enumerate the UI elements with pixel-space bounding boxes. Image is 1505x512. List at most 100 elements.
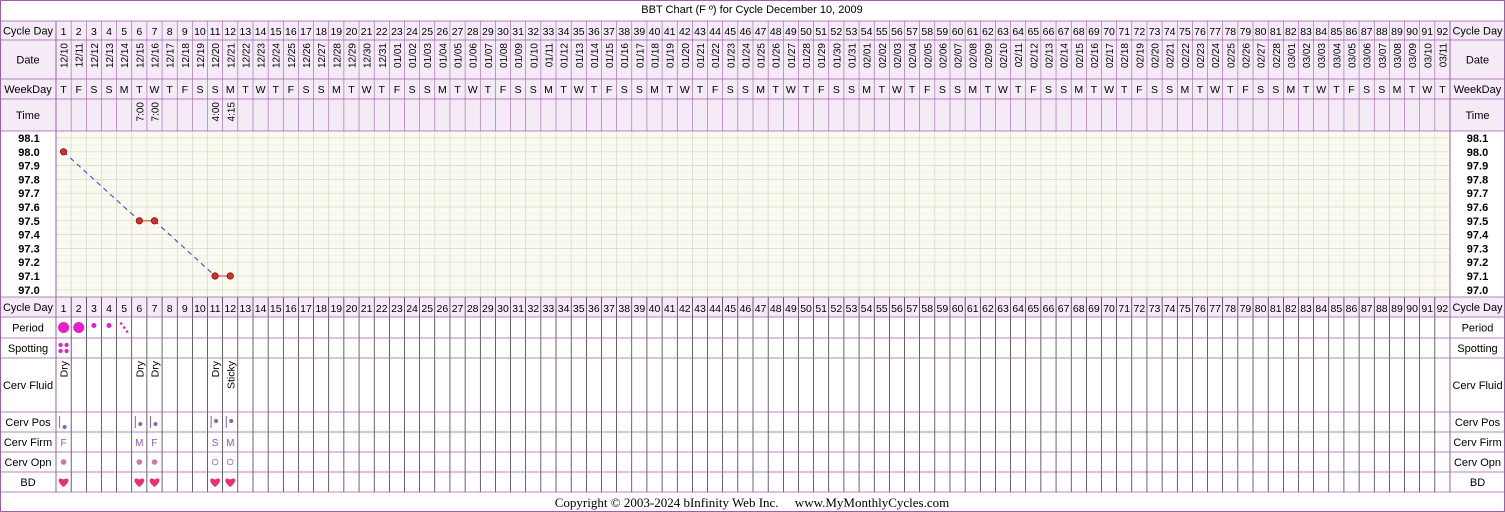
cycle-day-number-lower: 75 [1179, 303, 1191, 315]
cycle-day-number: 14 [255, 26, 267, 38]
cycle-day-number: 49 [785, 26, 797, 38]
weekday-letter: S [90, 84, 97, 96]
row-label-right-cerv-pos: Cerv Pos [1455, 417, 1501, 429]
time-label: 4:15 [226, 102, 237, 122]
date-label: 01/07 [484, 43, 495, 68]
date-label: 02/01 [863, 43, 874, 68]
date-label: 01/28 [802, 43, 813, 68]
date-label: 12/22 [241, 43, 252, 68]
cycle-day-number-lower: 10 [194, 303, 206, 315]
cycle-day-number-lower: 73 [1149, 303, 1161, 315]
cycle-day-number-lower: 90 [1406, 303, 1418, 315]
cycle-day-number-lower: 36 [588, 303, 600, 315]
cycle-day-number-lower: 13 [240, 303, 252, 315]
cycle-day-number-lower: 79 [1240, 303, 1252, 315]
temperature-point[interactable] [135, 217, 143, 225]
date-label: 02/03 [893, 43, 904, 68]
row-label-cycle-day: Cycle Day [3, 26, 54, 38]
weekday-letter: F [1136, 84, 1142, 96]
period-light-marker [91, 323, 97, 328]
temperature-point[interactable] [150, 217, 159, 225]
cycle-day-number: 5 [121, 26, 127, 38]
weekday-letter: T [773, 84, 780, 96]
cycle-day-number-lower: 78 [1224, 303, 1236, 315]
y-tick-label: 97.6 [18, 202, 39, 214]
cycle-day-number: 85 [1331, 26, 1343, 38]
weekday-letter: W [1316, 84, 1326, 96]
y-tick-label-right: 97.2 [1467, 257, 1488, 269]
cycle-day-number: 81 [1270, 26, 1282, 38]
cycle-day-number: 19 [330, 26, 342, 38]
copyright-notice[interactable]: Copyright © 2003-2024 bInfinity Web Inc.… [555, 495, 949, 510]
y-tick-label-right: 97.8 [1467, 174, 1488, 186]
cycle-day-number-lower: 44 [709, 303, 721, 315]
date-label: 01/25 [757, 43, 768, 68]
cycle-day-number-lower: 32 [527, 303, 539, 315]
cycle-day-number-lower: 42 [679, 303, 691, 315]
cycle-day-number-lower: 16 [285, 303, 297, 315]
date-label: 01/20 [681, 43, 692, 68]
date-label: 01/08 [499, 43, 510, 68]
cycle-day-number: 76 [1194, 26, 1206, 38]
weekday-letter: F [76, 84, 82, 96]
cycle-day-number-lower: 66 [1043, 303, 1055, 315]
cycle-day-number: 55 [876, 26, 888, 38]
cycle-day-number-lower: 4 [106, 303, 112, 315]
cycle-day-number: 86 [1346, 26, 1358, 38]
row-label-cerv-opn: Cerv Opn [4, 457, 51, 469]
date-label: 02/24 [1211, 43, 1222, 68]
cerv-firm-label: S [212, 438, 219, 449]
cycle-day-number-lower: 88 [1376, 303, 1388, 315]
date-label: 12/31 [378, 43, 389, 68]
date-label: 01/04 [438, 43, 449, 68]
cycle-day-number: 51 [815, 26, 827, 38]
weekday-letter: M [226, 84, 235, 96]
cycle-day-number-lower: 37 [603, 303, 615, 315]
date-label: 02/27 [1257, 43, 1268, 68]
y-tick-label-right: 97.9 [1467, 161, 1488, 173]
weekday-letter: W [362, 84, 372, 96]
y-tick-label-right: 97.0 [1467, 285, 1488, 297]
row-label-spotting: Spotting [8, 343, 48, 355]
weekday-letter: S [515, 84, 522, 96]
temperature-point[interactable] [59, 148, 68, 156]
date-label: 01/27 [787, 43, 798, 68]
temperature-point[interactable] [226, 272, 234, 280]
cycle-day-number-lower: 65 [1027, 303, 1039, 315]
cycle-day-number: 40 [649, 26, 661, 38]
date-label: 03/11 [1438, 43, 1449, 68]
cycle-day-number: 10 [194, 26, 206, 38]
date-label: 01/19 [666, 43, 677, 68]
cycle-day-number: 74 [1164, 26, 1176, 38]
weekday-letter: T [1015, 84, 1022, 96]
y-tick-label: 97.0 [18, 285, 39, 297]
date-label: 02/22 [1181, 43, 1192, 68]
time-label: 7:00 [150, 102, 161, 122]
weekday-letter: T [454, 84, 461, 96]
row-label-right-cerv-fluid: Cerv Fluid [1452, 380, 1502, 392]
date-label: 01/12 [560, 43, 571, 68]
y-tick-label-right: 97.4 [1467, 230, 1489, 242]
cycle-day-number: 42 [679, 26, 691, 38]
cycle-day-number-lower: 1 [61, 303, 67, 315]
date-label: 12/26 [302, 43, 313, 68]
weekday-letter: T [1091, 84, 1098, 96]
row-label-right-cerv-firm: Cerv Firm [1453, 437, 1501, 449]
cycle-day-number: 29 [482, 26, 494, 38]
weekday-letter: M [1074, 84, 1083, 96]
cycle-day-number: 77 [1209, 26, 1221, 38]
cycle-day-number-lower: 89 [1391, 303, 1403, 315]
weekday-letter: M [650, 84, 659, 96]
temperature-point[interactable] [211, 272, 219, 280]
date-label: 02/20 [1151, 43, 1162, 68]
cycle-day-number: 37 [603, 26, 615, 38]
cycle-day-number: 16 [285, 26, 297, 38]
weekday-letter: W [998, 84, 1008, 96]
date-label: 01/21 [696, 43, 707, 68]
cerv-firm-label: M [226, 438, 234, 449]
row-label-period: Period [12, 323, 44, 335]
cycle-day-number: 44 [709, 26, 721, 38]
cycle-day-number-lower: 3 [91, 303, 97, 315]
date-label: 02/28 [1272, 43, 1283, 68]
cerv-fluid-label: Dry [134, 360, 146, 377]
